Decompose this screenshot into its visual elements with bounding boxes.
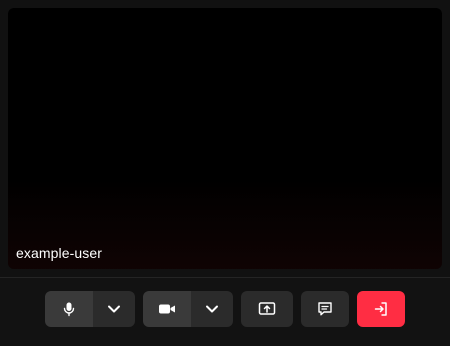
participant-name-label: example-user xyxy=(16,245,103,261)
camera-toggle-button[interactable] xyxy=(143,291,191,327)
leave-icon xyxy=(373,301,389,317)
camera-options-button[interactable] xyxy=(191,291,233,327)
participant-video-tile: example-user xyxy=(8,8,442,269)
leave-call-button[interactable] xyxy=(357,291,405,327)
chevron-down-icon xyxy=(205,302,219,316)
screen-share-button[interactable] xyxy=(241,291,293,327)
call-window: example-user xyxy=(0,0,450,346)
microphone-icon xyxy=(61,301,77,317)
chat-icon xyxy=(317,301,333,317)
screen-share-icon xyxy=(258,301,276,317)
chevron-down-icon xyxy=(107,302,121,316)
microphone-toggle-button[interactable] xyxy=(45,291,93,327)
video-camera-icon xyxy=(158,302,176,316)
microphone-options-button[interactable] xyxy=(93,291,135,327)
control-bar xyxy=(0,278,450,346)
chat-button[interactable] xyxy=(301,291,349,327)
